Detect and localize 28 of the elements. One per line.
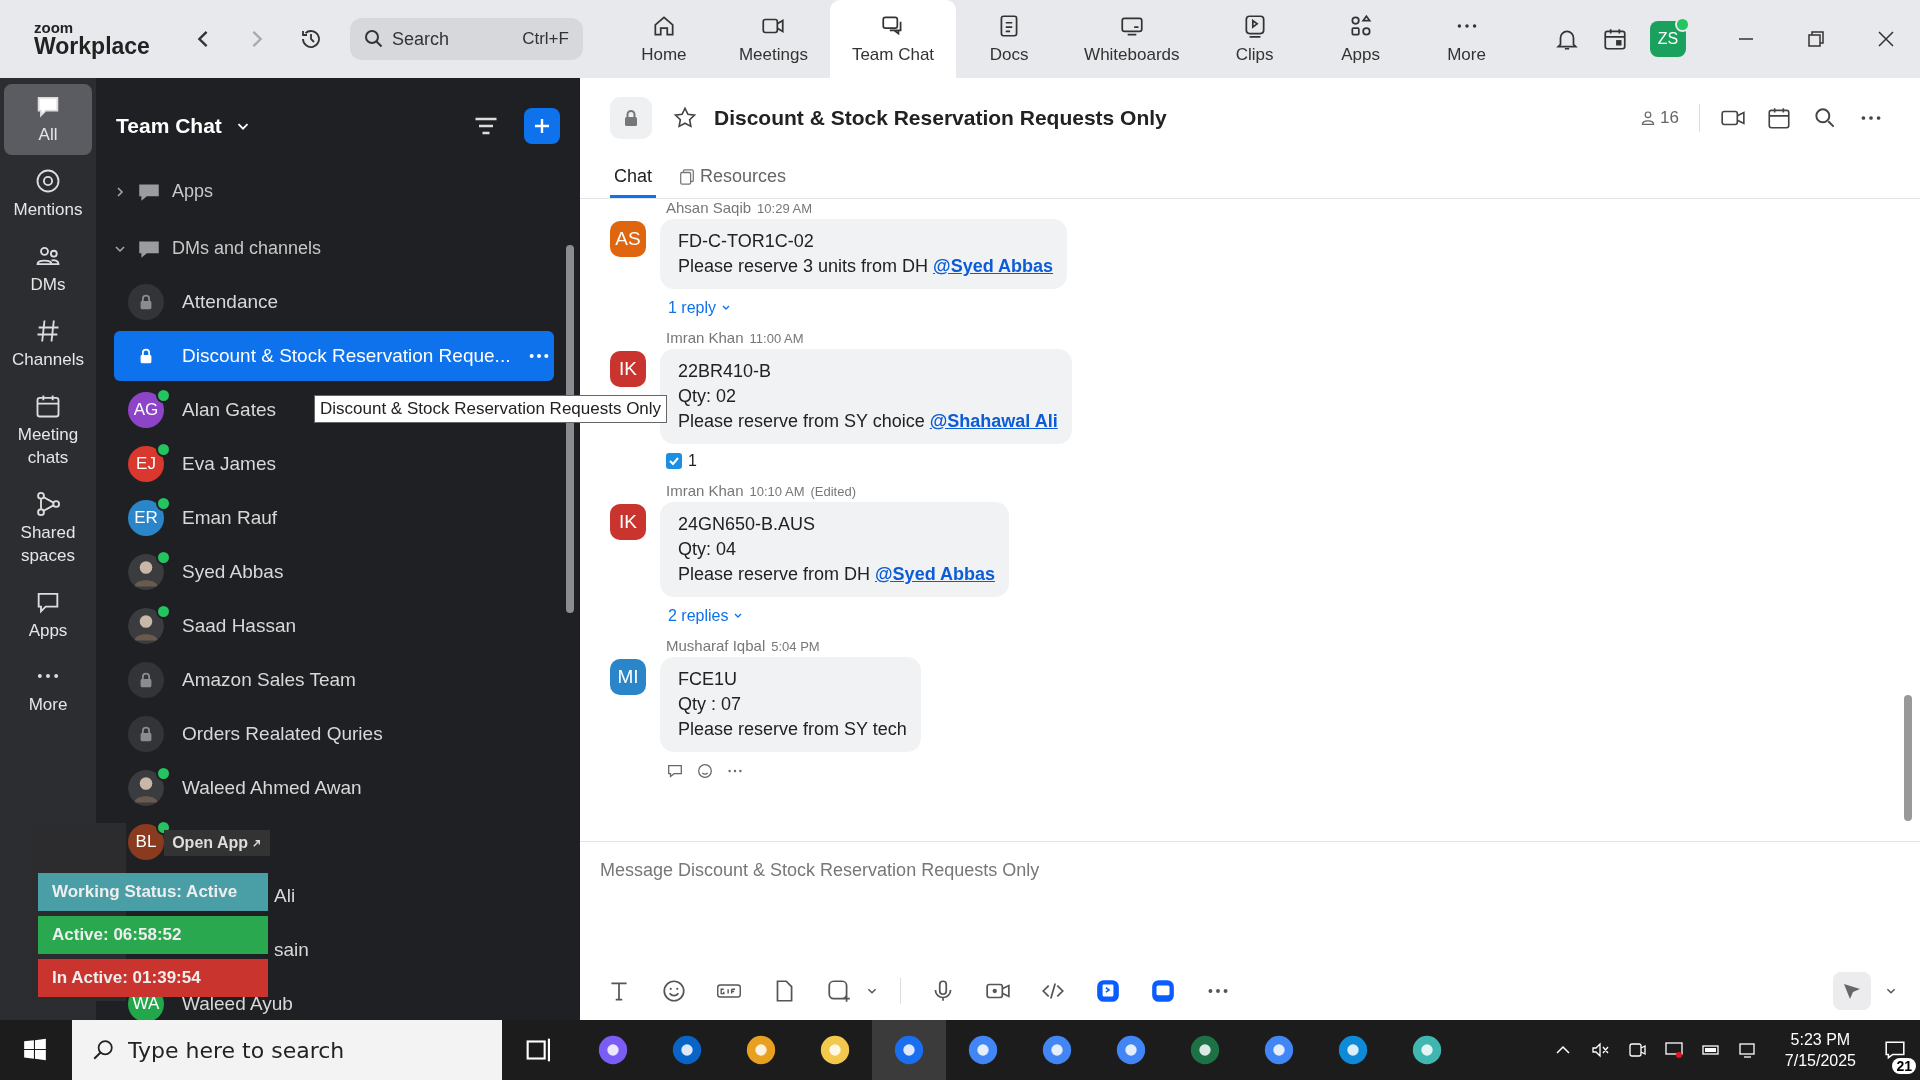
message-text: Qty: 02 — [678, 386, 737, 406]
message-text: Please reserve from SY choice — [678, 411, 926, 431]
message-text: Qty : 07 — [678, 694, 742, 714]
avatar: AG — [128, 392, 164, 428]
shortcut-hint: Ctrl+F — [522, 29, 569, 49]
avatar: ER — [128, 500, 164, 536]
status-bar: In Active: 01:39:54 — [38, 959, 268, 997]
message-text: FCE1U — [678, 669, 737, 689]
notification-count: 21 — [1892, 1058, 1916, 1074]
message-time: 5:04 PM — [771, 639, 820, 654]
message-text: 22BR410-B — [678, 361, 772, 381]
status-bar: Active: 06:58:52 — [38, 916, 268, 954]
message-text: Please reserve 3 units from DH — [678, 256, 930, 276]
message-time: 10:10 AM — [749, 484, 805, 499]
avatar: EJ — [128, 446, 164, 482]
message-text: Please reserve from DH — [678, 564, 872, 584]
avatar: BL — [128, 824, 164, 860]
zoom-logo: zoom Workplace — [34, 20, 150, 58]
edited-label: (Edited) — [810, 484, 856, 499]
message-time: 10:29 AM — [757, 201, 812, 216]
message-time: 11:00 AM — [749, 331, 804, 346]
message-text: 24GN650-B.AUS — [678, 514, 816, 534]
channel-title: Discount & Stock Reservation Requests Only — [714, 106, 1167, 130]
message-text: FD-C-TOR1C-02 — [678, 231, 814, 251]
tooltip: Discount & Stock Reservation Requests Only — [314, 395, 668, 423]
message-text: Please reserve from SY tech — [678, 719, 907, 739]
message-text: Qty: 04 — [678, 539, 737, 559]
status-bar: Working Status: Active — [38, 873, 268, 911]
